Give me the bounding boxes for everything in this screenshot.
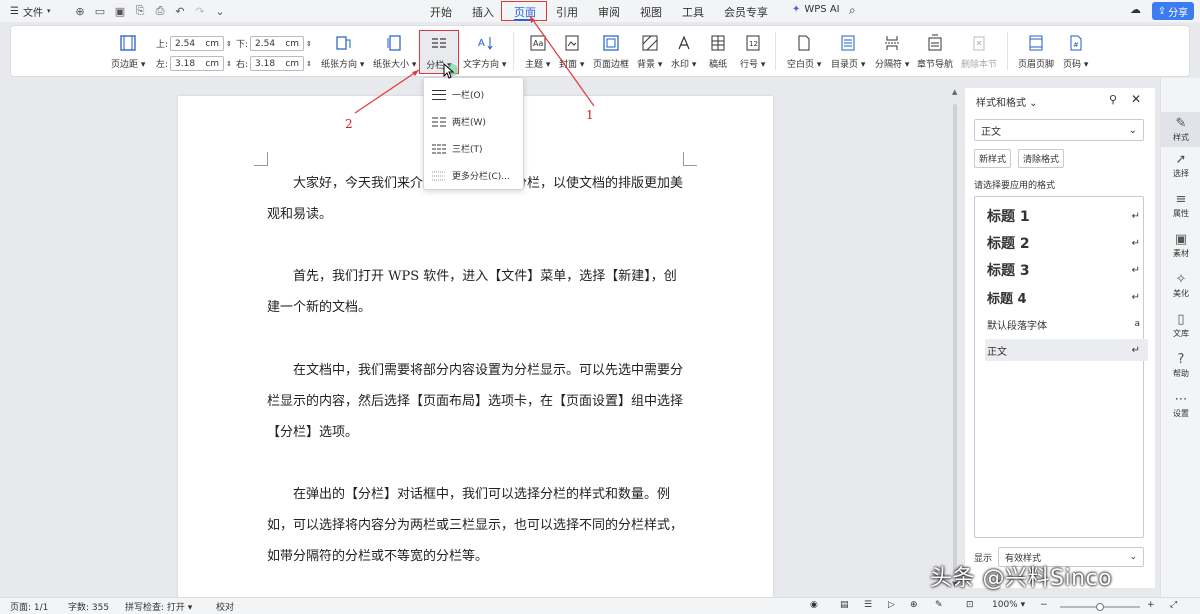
pen-icon: ✎ [1175,116,1187,131]
clear-format-button[interactable]: 清除格式 [1018,149,1065,168]
style-list: 标题 1 ↵ 标题 2 ↵ 标题 3 ↵ 标题 4 ↵ 默认段落字体 a 正文 ↵ [974,196,1148,538]
annotation-number-2: 2 [345,117,353,131]
outline-view-icon[interactable]: ☰ [864,600,872,610]
character-style-icon: a [1134,319,1140,329]
style-heading-2[interactable]: 标题 2 ↵ [985,232,1148,254]
current-style-select[interactable]: 正文 ⌄ [974,119,1144,141]
sparkle-icon: ✧ [1175,272,1187,287]
fit-page-icon[interactable]: ⊡ [966,600,974,610]
book-icon: ▯ [1177,312,1185,327]
zoom-level[interactable]: 100% ▾ [992,600,1025,610]
word-count[interactable]: 字数: 355 [68,600,109,613]
image-icon: ▣ [1174,232,1188,247]
paragraph-mark-icon: ↵ [1131,237,1140,249]
close-icon[interactable]: ✕ [1131,92,1141,106]
more-dots-icon: ⋯ [1174,392,1188,407]
globe-icon[interactable]: ⊕ [910,600,918,610]
style-heading-1[interactable]: 标题 1 ↵ [985,205,1148,227]
zoom-slider-handle[interactable] [1096,603,1104,611]
pin-icon[interactable]: ⚲ [1109,93,1117,106]
apply-prompt: 请选择要应用的格式 [974,181,1056,191]
paragraph-mark-icon: ↵ [1131,344,1140,356]
chevron-down-icon: ⌄ [1128,124,1137,136]
style-body-text[interactable]: 正文 ↵ [985,339,1148,361]
chevron-down-icon: ⌄ [1129,552,1137,562]
sidebar-item-styles[interactable]: ✎ 样式 [1161,112,1200,147]
panel-title: 样式和格式 ⌄ [976,98,1038,109]
paragraph-mark-icon: ↵ [1131,264,1140,276]
spell-check-status[interactable]: 拼写检查: 打开 ▾ [125,600,192,613]
new-style-button[interactable]: 新样式 [974,149,1012,168]
styles-panel: 样式和格式 ⌄ ⚲ ✕ 正文 ⌄ 新样式 清除格式 请选择要应用的格式 标题 1 ↵… [965,88,1155,588]
status-bar: 页面: 1/1 字数: 355 拼写检查: 打开 ▾ 校对 ◉ ▤ ☰ ▷ ⊕ … [0,597,1200,614]
page-view-icon[interactable]: ▤ [840,600,849,610]
cursor-icon: ➚ [1175,152,1187,167]
sidebar-item-library[interactable]: ▯ 文库 [1161,312,1200,339]
play-icon[interactable]: ▷ [888,600,895,610]
sidebar-item-materials[interactable]: ▣ 素材 [1161,232,1200,259]
sidebar-item-settings[interactable]: ⋯ 设置 [1161,392,1200,419]
sidebar-item-properties[interactable]: ≡ 属性 [1161,192,1200,219]
paragraph-mark-icon: ↵ [1131,291,1140,303]
sidebar-item-beautify[interactable]: ✧ 美化 [1161,272,1200,299]
help-icon: ? [1177,352,1185,367]
eye-icon[interactable]: ◉ [810,600,818,610]
page-count[interactable]: 页面: 1/1 [10,600,48,613]
watermark-text: 头条 @兴料Sinco [930,566,1113,591]
vertical-scrollbar[interactable]: ▲ ▼ [951,88,959,588]
proofread-button[interactable]: 校对 [216,600,234,613]
annotation-number-1: 1 [586,108,594,122]
sliders-icon: ≡ [1175,192,1187,207]
style-heading-3[interactable]: 标题 3 ↵ [985,259,1148,281]
edit-pen-icon[interactable]: ✎ [935,600,943,610]
paragraph-mark-icon: ↵ [1131,210,1140,222]
style-default-paragraph-font[interactable]: 默认段落字体 a [985,313,1148,335]
right-sidebar: ✎ 样式 ➚ 选择 ≡ 属性 ▣ 素材 ✧ 美化 ▯ 文库 ? 帮助 ⋯ 设置 [1160,78,1200,598]
style-heading-4[interactable]: 标题 4 ↵ [985,286,1148,308]
sidebar-item-help[interactable]: ? 帮助 [1161,352,1200,379]
zoom-out-icon[interactable]: − [1040,600,1048,610]
zoom-in-icon[interactable]: + [1147,600,1155,610]
sidebar-item-select[interactable]: ➚ 选择 [1161,152,1200,179]
fullscreen-icon[interactable]: ⤢ [1170,600,1177,610]
